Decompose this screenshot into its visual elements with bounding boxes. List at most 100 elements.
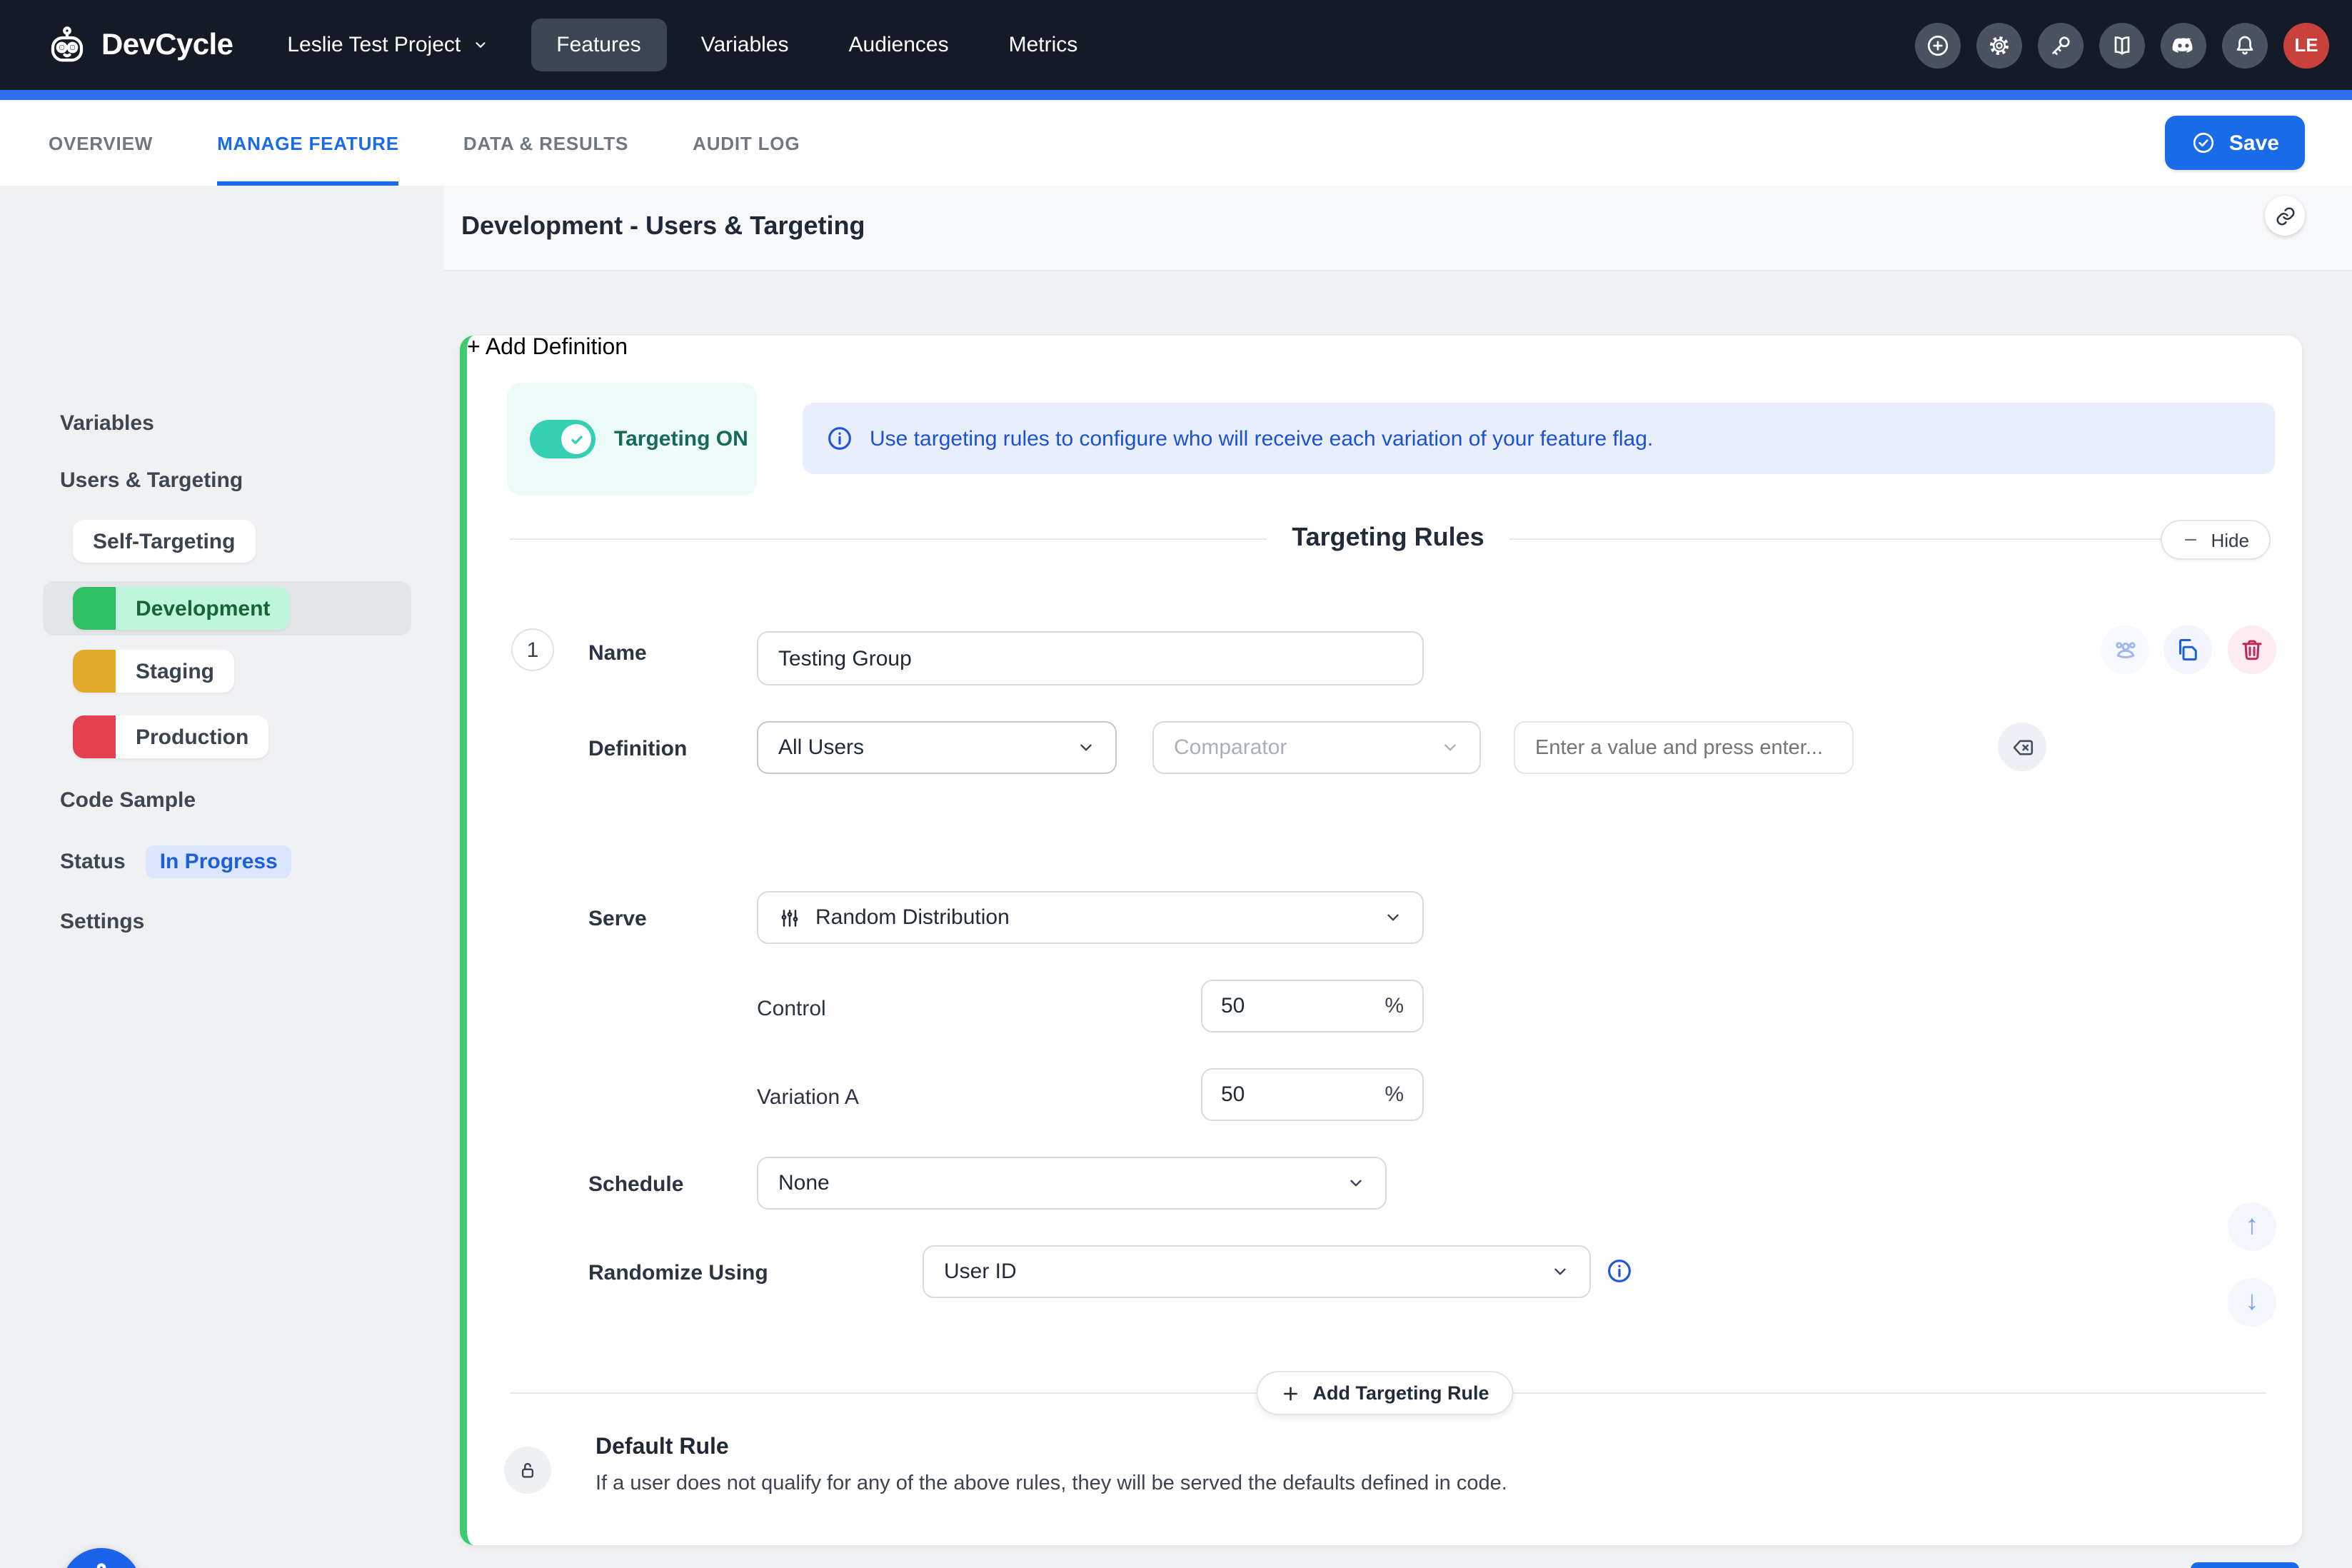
distribution-control-input[interactable]: 50 % bbox=[1201, 980, 1424, 1032]
user-avatar[interactable]: LE bbox=[2283, 22, 2329, 68]
sidebar-item-variables[interactable]: Variables bbox=[60, 411, 154, 436]
brand-logo[interactable]: DevCycle bbox=[46, 24, 233, 66]
chevron-down-icon bbox=[1551, 1262, 1569, 1281]
distribution-control-label: Control bbox=[757, 997, 826, 1021]
link-icon bbox=[2274, 205, 2296, 226]
targeting-toggle-box: Targeting ON bbox=[507, 383, 757, 496]
bell-icon bbox=[2232, 32, 2258, 58]
clear-definition-button[interactable] bbox=[1998, 723, 2046, 771]
bottom-save-button-partial[interactable] bbox=[2191, 1562, 2299, 1568]
page-title: Development - Users & Targeting bbox=[461, 211, 865, 241]
save-button[interactable]: Save bbox=[2165, 116, 2305, 170]
move-rule-up-button[interactable]: ↑ bbox=[2228, 1202, 2276, 1251]
devcycle-robot-icon bbox=[46, 24, 89, 66]
book-icon bbox=[2109, 32, 2135, 58]
sliders-icon bbox=[778, 906, 801, 929]
rule-number-badge: 1 bbox=[511, 628, 554, 671]
delete-rule-button[interactable] bbox=[2228, 625, 2276, 674]
env-development-color-swatch bbox=[73, 587, 116, 630]
schedule-select[interactable]: None bbox=[757, 1157, 1387, 1210]
default-rule-description: If a user does not qualify for any of th… bbox=[595, 1472, 1507, 1495]
docs-button[interactable] bbox=[2099, 22, 2145, 68]
support-chat-button[interactable] bbox=[61, 1548, 141, 1568]
info-icon bbox=[825, 424, 854, 453]
chevron-down-icon bbox=[1347, 1174, 1365, 1192]
users-icon bbox=[2111, 636, 2139, 663]
schedule-label: Schedule bbox=[588, 1172, 683, 1197]
default-rule-title: Default Rule bbox=[595, 1435, 729, 1461]
rule-name-input[interactable] bbox=[757, 631, 1424, 685]
serve-label: Serve bbox=[588, 907, 647, 931]
default-rule-lock bbox=[504, 1447, 551, 1494]
lock-icon bbox=[517, 1459, 538, 1481]
copy-link-button[interactable] bbox=[2265, 196, 2305, 236]
targeting-toggle[interactable] bbox=[530, 420, 595, 458]
tab-overview[interactable]: OVERVIEW bbox=[49, 100, 153, 186]
definition-value-input[interactable] bbox=[1514, 721, 1854, 774]
nav-item-audiences[interactable]: Audiences bbox=[823, 19, 975, 71]
add-definition-button[interactable]: + Add Definition bbox=[467, 336, 2302, 361]
hide-rules-button[interactable]: Hide bbox=[2161, 520, 2271, 560]
env-staging-color-swatch bbox=[73, 650, 116, 693]
tab-audit-log[interactable]: AUDIT LOG bbox=[693, 100, 800, 186]
trash-icon bbox=[2239, 637, 2265, 663]
nav-item-metrics[interactable]: Metrics bbox=[983, 19, 1104, 71]
chevron-down-icon bbox=[472, 37, 488, 53]
create-button[interactable] bbox=[1915, 22, 1961, 68]
serve-select[interactable]: Random Distribution bbox=[757, 891, 1424, 944]
definition-label: Definition bbox=[588, 737, 687, 761]
percent-sign: % bbox=[1384, 1082, 1404, 1107]
status-badge: In Progress bbox=[146, 845, 292, 878]
randomize-using-label: Randomize Using bbox=[588, 1261, 768, 1285]
definition-select[interactable]: All Users bbox=[757, 721, 1117, 774]
minus-icon bbox=[2183, 531, 2200, 548]
sidebar-item-self-targeting[interactable]: Self-Targeting bbox=[73, 520, 255, 563]
nav-item-variables[interactable]: Variables bbox=[675, 19, 815, 71]
api-keys-button[interactable] bbox=[2038, 22, 2084, 68]
accent-strip bbox=[0, 90, 2352, 100]
distribution-variation-a-input[interactable]: 50 % bbox=[1201, 1068, 1424, 1121]
env-production-color-swatch bbox=[73, 715, 116, 758]
targeting-rules-title: Targeting Rules bbox=[467, 523, 2309, 553]
sidebar-item-environment-development[interactable]: Development bbox=[43, 581, 411, 635]
add-targeting-rule-button[interactable]: Add Targeting Rule bbox=[1256, 1371, 1514, 1415]
discord-button[interactable] bbox=[2161, 22, 2206, 68]
sidebar-item-environment-staging[interactable]: Staging bbox=[73, 650, 234, 693]
main-nav: Features Variables Audiences Metrics bbox=[531, 19, 1103, 71]
duplicate-rule-button[interactable] bbox=[2163, 625, 2212, 674]
tab-manage-feature[interactable]: MANAGE FEATURE bbox=[217, 100, 399, 186]
chevron-down-icon bbox=[1077, 738, 1095, 757]
sidebar-item-code-sample[interactable]: Code Sample bbox=[60, 788, 196, 813]
randomize-info-icon[interactable] bbox=[1605, 1257, 1634, 1285]
plus-icon bbox=[1280, 1383, 1300, 1403]
tab-data-results[interactable]: DATA & RESULTS bbox=[463, 100, 628, 186]
move-rule-down-button[interactable]: ↓ bbox=[2228, 1278, 2276, 1327]
brand-name: DevCycle bbox=[101, 28, 233, 62]
rule-name-label: Name bbox=[588, 641, 647, 665]
plus-circle-icon bbox=[1925, 32, 1951, 58]
distribution-variation-a-label: Variation A bbox=[757, 1085, 859, 1110]
sidebar-item-status[interactable]: Status In Progress bbox=[60, 845, 292, 878]
sidebar-item-users-targeting[interactable]: Users & Targeting bbox=[60, 468, 243, 493]
chevron-down-icon bbox=[1441, 738, 1459, 757]
feature-tabbar: OVERVIEW MANAGE FEATURE DATA & RESULTS A… bbox=[0, 100, 2352, 186]
check-circle-icon bbox=[2191, 130, 2216, 156]
nav-item-features[interactable]: Features bbox=[531, 19, 666, 71]
page-header: Development - Users & Targeting bbox=[444, 186, 2352, 271]
sidebar-item-environment-production[interactable]: Production bbox=[73, 715, 268, 758]
arrow-up-icon: ↑ bbox=[2246, 1211, 2259, 1242]
project-selector[interactable]: Leslie Test Project bbox=[287, 33, 488, 57]
targeting-info-banner: Use targeting rules to configure who wil… bbox=[803, 403, 2275, 474]
sidebar-item-settings[interactable]: Settings bbox=[60, 910, 144, 934]
settings-button[interactable] bbox=[1976, 22, 2022, 68]
devcycle-robot-icon bbox=[79, 1561, 124, 1568]
targeting-toggle-label: Targeting ON bbox=[614, 427, 748, 451]
chevron-down-icon bbox=[1384, 908, 1402, 927]
randomize-using-select[interactable]: User ID bbox=[923, 1245, 1591, 1298]
notifications-button[interactable] bbox=[2222, 22, 2268, 68]
page-content: Development - Users & Targeting Variable… bbox=[0, 186, 2352, 1568]
audience-save-button[interactable] bbox=[2101, 625, 2149, 674]
targeting-info-text: Use targeting rules to configure who wil… bbox=[870, 426, 1653, 451]
app-window: DevCycle Leslie Test Project Features Va… bbox=[0, 0, 2352, 1568]
comparator-select[interactable]: Comparator bbox=[1152, 721, 1481, 774]
